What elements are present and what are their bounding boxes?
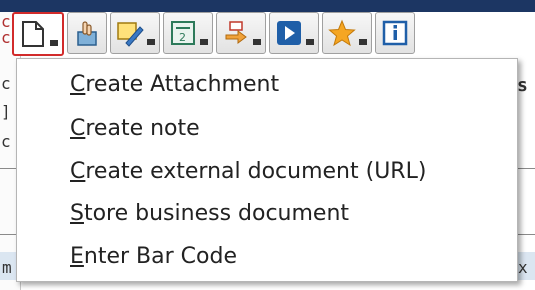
hand-icon bbox=[72, 18, 102, 48]
background-char: c bbox=[1, 74, 11, 93]
menu-accelerator: C bbox=[70, 72, 86, 97]
menu-accelerator: E bbox=[70, 244, 84, 269]
info-button[interactable] bbox=[375, 12, 415, 54]
menu-item-create-attachment[interactable]: Create Attachment bbox=[70, 65, 279, 105]
services-toolbar: 2 bbox=[12, 12, 415, 56]
dropdown-arrow-icon bbox=[306, 39, 314, 45]
new-document-icon bbox=[18, 19, 48, 49]
create-button[interactable] bbox=[12, 12, 64, 56]
menu-item-store-business-document[interactable]: Store business document bbox=[70, 194, 349, 234]
menu-accelerator: C bbox=[70, 159, 86, 184]
menu-item-create-note[interactable]: Create note bbox=[70, 109, 200, 149]
document-list-icon: 2 bbox=[168, 18, 198, 48]
hand-button[interactable] bbox=[67, 12, 107, 54]
background-char: c bbox=[1, 132, 11, 151]
menu-item-create-external-document[interactable]: Create external document (URL) bbox=[70, 152, 426, 192]
menu-item-label: nter Bar Code bbox=[83, 244, 237, 269]
background-char: ] bbox=[1, 102, 11, 121]
background-char: x bbox=[518, 258, 528, 277]
background-char: m bbox=[2, 258, 12, 277]
menu-accelerator: S bbox=[70, 201, 84, 226]
menu-item-label: reate Attachment bbox=[85, 72, 280, 97]
workflow-arrows-icon bbox=[221, 18, 251, 48]
svg-text:2: 2 bbox=[179, 31, 186, 44]
dropdown-arrow-icon bbox=[200, 39, 208, 45]
dropdown-arrow-icon bbox=[253, 39, 261, 45]
workflow-button[interactable] bbox=[216, 12, 266, 54]
create-dropdown-menu: Create Attachment Create note Create ext… bbox=[16, 58, 518, 282]
info-icon bbox=[380, 18, 410, 48]
favorite-button[interactable] bbox=[322, 12, 372, 54]
menu-item-enter-bar-code[interactable]: Enter Bar Code bbox=[70, 237, 237, 277]
menu-item-label: reate external document (URL) bbox=[85, 159, 427, 184]
play-icon bbox=[274, 18, 304, 48]
background-char: c bbox=[1, 28, 11, 47]
star-icon bbox=[327, 18, 357, 48]
dropdown-arrow-icon bbox=[147, 39, 155, 45]
dropdown-arrow-icon bbox=[359, 39, 367, 45]
background-char: s bbox=[517, 75, 528, 96]
document-list-button[interactable]: 2 bbox=[163, 12, 213, 54]
dropdown-arrow-icon bbox=[50, 40, 58, 46]
play-button[interactable] bbox=[269, 12, 319, 54]
menu-accelerator: C bbox=[70, 116, 86, 141]
menu-item-label: reate note bbox=[85, 116, 200, 141]
pen-note-icon bbox=[115, 18, 145, 48]
menu-item-label: tore business document bbox=[83, 201, 350, 226]
window-title-bar bbox=[0, 0, 535, 12]
note-button[interactable] bbox=[110, 12, 160, 54]
